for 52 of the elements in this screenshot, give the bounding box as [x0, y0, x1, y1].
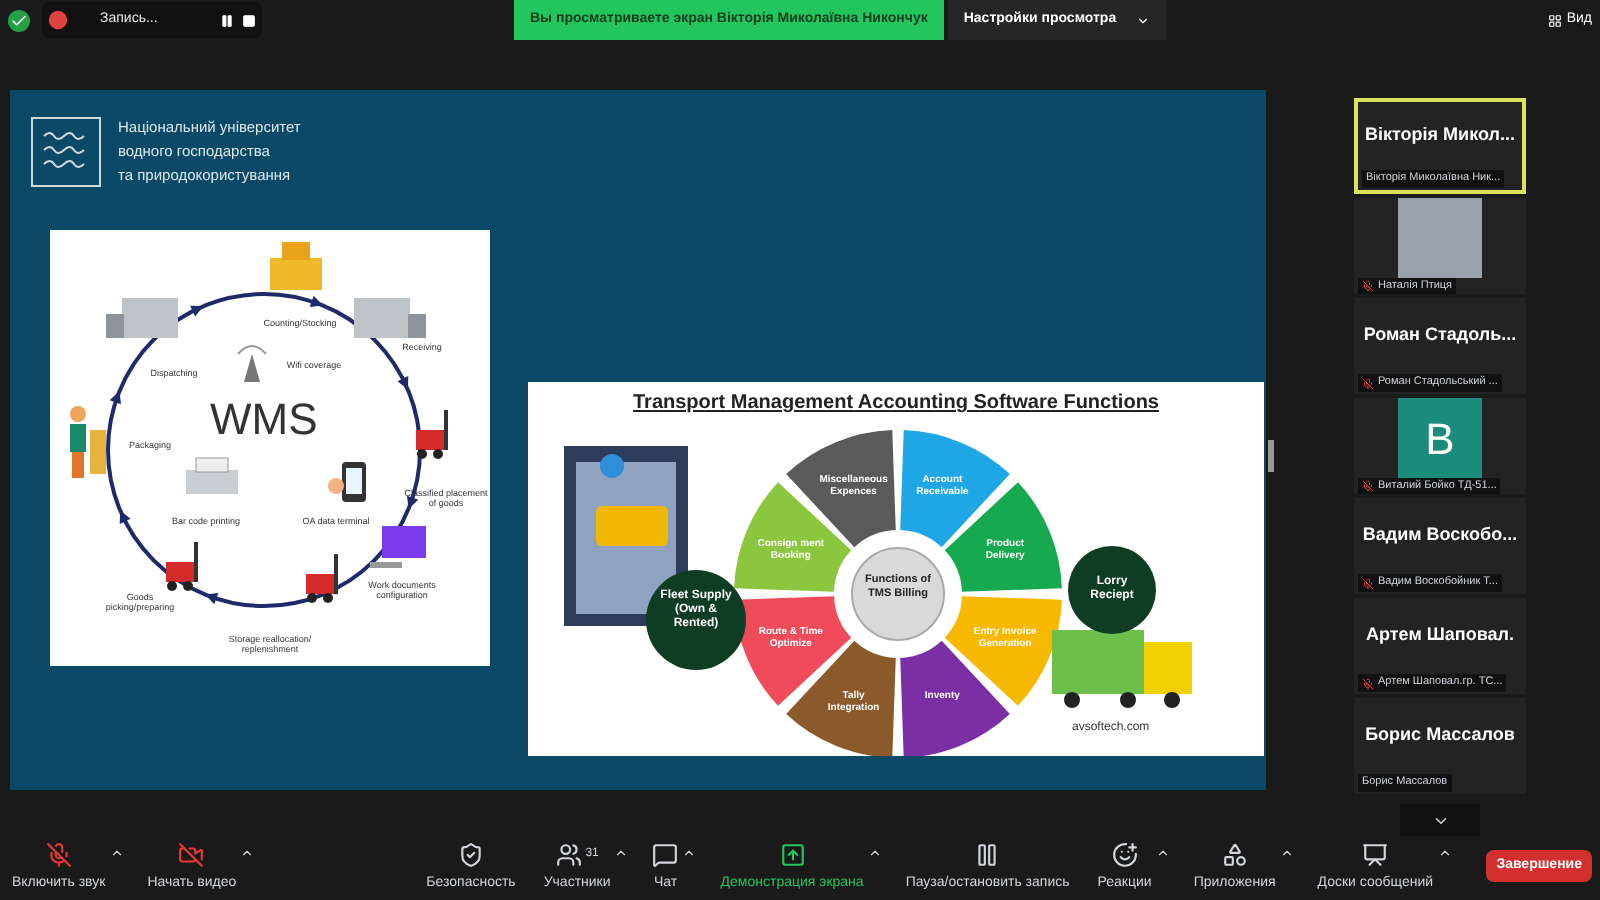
shield-check-icon: [8, 9, 30, 31]
participant-name: Артем Шаповал.: [1366, 622, 1514, 649]
monitor-icon: [370, 526, 426, 568]
caret-icon[interactable]: [240, 845, 255, 859]
stop-icon: [242, 13, 256, 27]
diagram-title: Transport Management Accounting Software Functions: [631, 390, 1161, 418]
forklift-icon: [166, 542, 198, 591]
caret-icon[interactable]: [867, 845, 882, 859]
phone-icon: [328, 462, 366, 502]
pause-icon: [220, 13, 234, 27]
truck-icon: [106, 298, 178, 338]
lorry-drawing: [1052, 630, 1192, 708]
participant-name: Вікторія Микол...: [1365, 122, 1515, 149]
forklift-icon: [416, 410, 448, 459]
fleet-supply-disc: [646, 570, 746, 670]
participant-name: Борис Массалов: [1365, 722, 1515, 749]
lorry-receipt-disc: [1068, 546, 1156, 634]
muted-mic-icon: [45, 841, 72, 867]
caret-icon[interactable]: [614, 845, 629, 859]
pause-icon: [974, 841, 1001, 867]
grid-icon: [1548, 13, 1563, 27]
caret-icon[interactable]: [682, 845, 697, 859]
people-icon: [555, 841, 582, 867]
shield-icon: [458, 841, 484, 867]
record-icon: [48, 10, 68, 30]
caret-icon[interactable]: [109, 845, 124, 859]
caret-icon[interactable]: [1155, 845, 1170, 859]
participant-name: Вадим Воскобо...: [1362, 522, 1518, 549]
boxes-icon: [270, 242, 322, 290]
caret-icon[interactable]: [1437, 845, 1452, 859]
wifi-icon: [237, 345, 267, 382]
waves-logo-icon: [30, 116, 102, 188]
video-off-icon: [178, 841, 205, 867]
participant-name: Роман Стадоль...: [1363, 322, 1517, 349]
shapes-icon: [1221, 841, 1248, 867]
worker-icon: [70, 406, 106, 478]
share-screen-icon: [779, 841, 806, 867]
avatar-letter: В: [1425, 411, 1455, 467]
forklift-icon: [306, 554, 338, 603]
stop-button[interactable]: [242, 13, 256, 27]
wms-title: WMS: [210, 398, 318, 442]
smiley-icon: [1111, 841, 1138, 867]
center-disc: [851, 547, 945, 641]
caret-icon[interactable]: [1279, 845, 1294, 859]
printer-icon: [186, 457, 238, 494]
chevron-down-icon: [1136, 13, 1151, 27]
truck-icon: [354, 298, 426, 338]
chat-bubble-icon: [652, 841, 679, 867]
scroll-handle[interactable]: [1268, 440, 1274, 472]
photo-placeholder: [1398, 198, 1482, 278]
whiteboard-icon: [1362, 841, 1389, 867]
pause-button[interactable]: [220, 13, 234, 27]
